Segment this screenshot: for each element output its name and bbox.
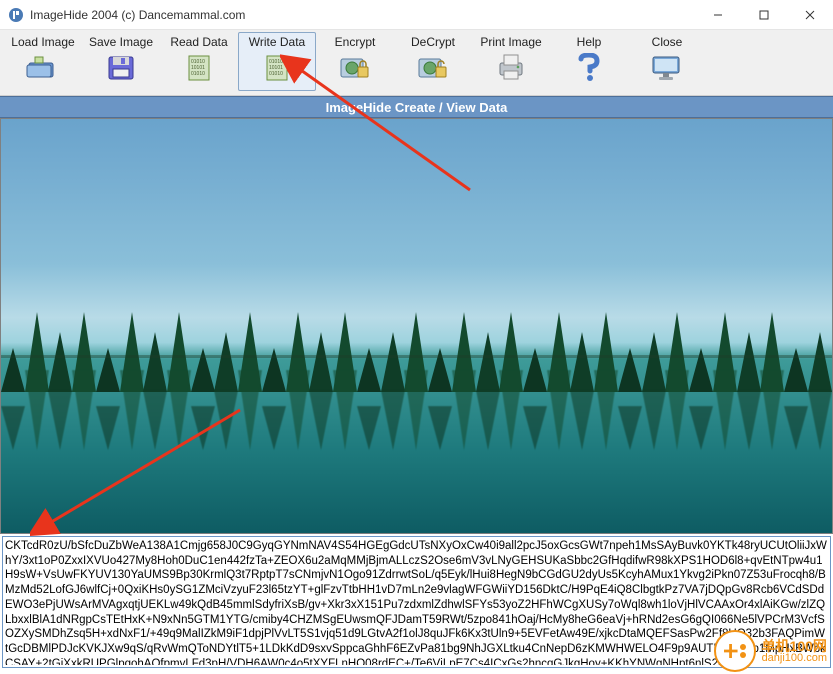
watermark-logo-icon [714, 630, 756, 672]
window-title: ImageHide 2004 (c) Dancemammal.com [30, 8, 695, 22]
image-preview [0, 118, 833, 534]
monitor-icon [647, 50, 687, 86]
binary-sheet-icon: 010101010101010 [257, 50, 297, 86]
close-app-button[interactable]: Close [628, 32, 706, 91]
app-icon [8, 7, 24, 23]
folder-open-icon [23, 50, 63, 86]
svg-text:01010: 01010 [191, 71, 205, 77]
title-bar: ImageHide 2004 (c) Dancemammal.com [0, 0, 833, 30]
banner: ImageHide Create / View Data [0, 96, 833, 118]
data-panel [2, 536, 831, 668]
unlock-globe-icon [413, 50, 453, 86]
load-image-button[interactable]: Load Image [4, 32, 82, 91]
maximize-button[interactable] [741, 0, 787, 30]
help-icon [569, 50, 609, 86]
lock-globe-icon [335, 50, 375, 86]
write-data-button[interactable]: Write Data 010101010101010 [238, 32, 316, 91]
svg-text:01010: 01010 [269, 71, 283, 77]
floppy-disk-icon [101, 50, 141, 86]
hidden-data-textarea[interactable] [5, 539, 828, 665]
save-image-button[interactable]: Save Image [82, 32, 160, 91]
watermark-url: danji100.com [762, 653, 827, 664]
toolbar: Load Image Save Image Read Data 01010101… [0, 30, 833, 96]
close-window-button[interactable] [787, 0, 833, 30]
help-button[interactable]: Help [550, 32, 628, 91]
encrypt-button[interactable]: Encrypt [316, 32, 394, 91]
watermark-name: 单机100网 [762, 639, 827, 653]
printer-icon [491, 50, 531, 86]
banner-text: ImageHide Create / View Data [326, 100, 508, 115]
decrypt-button[interactable]: DeCrypt [394, 32, 472, 91]
binary-sheet-icon: 010101010101010 [179, 50, 219, 86]
watermark: 单机100网 danji100.com [714, 630, 827, 672]
read-data-button[interactable]: Read Data 010101010101010 [160, 32, 238, 91]
minimize-button[interactable] [695, 0, 741, 30]
print-image-button[interactable]: Print Image [472, 32, 550, 91]
